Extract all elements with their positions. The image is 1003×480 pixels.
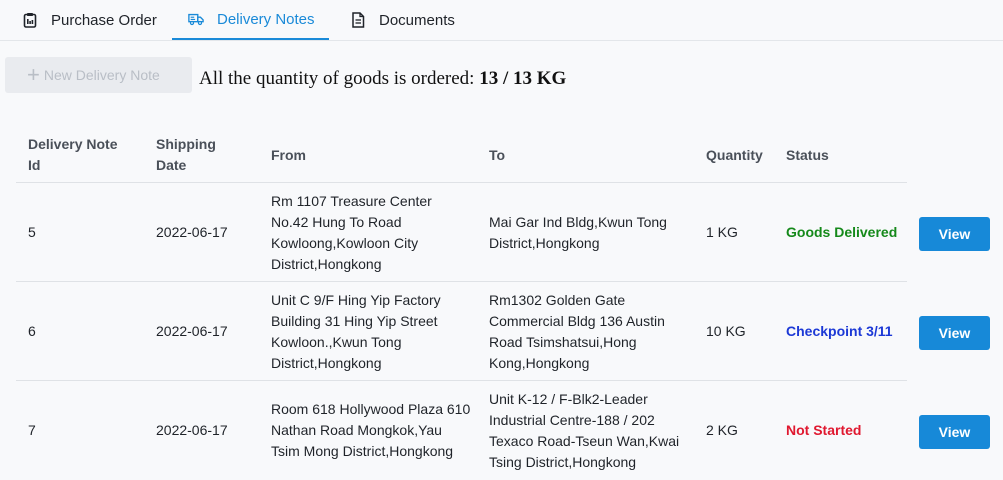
document-icon — [350, 12, 366, 28]
cell-date: 2022-06-17 — [156, 323, 228, 339]
cell-from: Unit C 9/F Hing Yip Factory Building 31 … — [271, 291, 441, 371]
view-button[interactable]: View — [919, 316, 990, 350]
table-row: 5 2022-06-17 Rm 1107 Treasure Center No.… — [16, 183, 1003, 282]
tab-documents[interactable]: Documents — [350, 0, 470, 40]
view-button[interactable]: View — [919, 217, 990, 251]
cell-date: 2022-06-17 — [156, 224, 228, 240]
plus-icon: + — [27, 62, 40, 87]
header-date: Shipping Date — [156, 136, 216, 173]
cell-id: 7 — [28, 422, 36, 438]
tab-label: Purchase Order — [51, 11, 157, 29]
cell-to: Rm1302 Golden Gate Commercial Bldg 136 A… — [489, 291, 665, 371]
cell-to: Unit K-12 / F-Blk2-Leader Industrial Cen… — [489, 390, 680, 470]
cell-to: Mai Gar Ind Bldg,Kwun Tong District,Hong… — [489, 213, 667, 251]
cell-id: 6 — [28, 323, 36, 339]
cell-id: 5 — [28, 224, 36, 240]
tab-delivery-notes[interactable]: Delivery Notes — [172, 0, 329, 40]
quantity-summary: All the quantity of goods is ordered: 13… — [199, 68, 566, 90]
header-status: Status — [786, 146, 829, 163]
cell-quantity: 10 KG — [706, 323, 746, 339]
new-delivery-note-button[interactable]: + New Delivery Note — [5, 57, 192, 93]
truck-icon — [188, 11, 204, 27]
summary-text: All the quantity of goods is ordered: — [199, 68, 475, 89]
summary-value: 13 / 13 KG — [479, 68, 567, 89]
table-header: Delivery Note Id Shipping Date From To Q… — [16, 128, 907, 183]
tab-label: Delivery Notes — [217, 10, 315, 28]
header-from: From — [271, 146, 306, 163]
tab-purchase-order[interactable]: Purchase Order — [22, 0, 172, 40]
cell-date: 2022-06-17 — [156, 422, 228, 438]
cell-from: Rm 1107 Treasure Center No.42 Hung To Ro… — [271, 192, 432, 272]
table-row: 7 2022-06-17 Room 618 Hollywood Plaza 61… — [16, 381, 1003, 480]
header-id: Delivery Note Id — [28, 136, 118, 173]
cell-quantity: 1 KG — [706, 224, 738, 240]
status-badge: Goods Delivered — [786, 224, 898, 240]
cell-from: Room 618 Hollywood Plaza 610 Nathan Road… — [271, 401, 471, 459]
status-badge: Checkpoint 3/11 — [786, 323, 893, 339]
status-badge: Not Started — [786, 422, 862, 438]
new-delivery-note-label: New Delivery Note — [43, 67, 160, 83]
header-quantity: Quantity — [706, 146, 763, 163]
clipboard-icon — [22, 12, 38, 28]
tab-bar: Purchase Order Delivery Notes Documents — [0, 0, 1003, 41]
tab-label: Documents — [379, 11, 455, 29]
view-button[interactable]: View — [919, 415, 990, 449]
header-to: To — [489, 146, 506, 163]
table-row: 6 2022-06-17 Unit C 9/F Hing Yip Factory… — [16, 282, 1003, 381]
cell-quantity: 2 KG — [706, 422, 738, 438]
